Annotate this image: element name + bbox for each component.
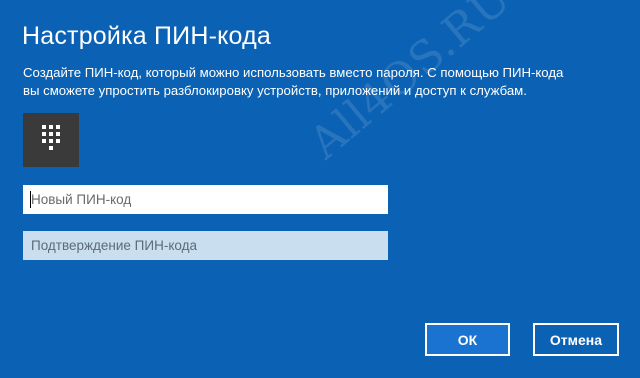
description-line-1: Создайте ПИН-код, который можно использо…: [23, 65, 564, 80]
new-pin-input[interactable]: [23, 185, 388, 214]
description-line-2: вы сможете упростить разблокировку устро…: [23, 83, 527, 98]
dialog-description: Создайте ПИН-код, который можно использо…: [23, 64, 613, 100]
dialog-title: Настройка ПИН-кода: [22, 22, 271, 50]
text-caret: [30, 191, 31, 208]
confirm-pin-input[interactable]: [23, 231, 388, 260]
ok-button[interactable]: ОК: [425, 323, 510, 356]
pin-keypad-icon: [23, 113, 79, 167]
cancel-button[interactable]: Отмена: [533, 323, 619, 356]
